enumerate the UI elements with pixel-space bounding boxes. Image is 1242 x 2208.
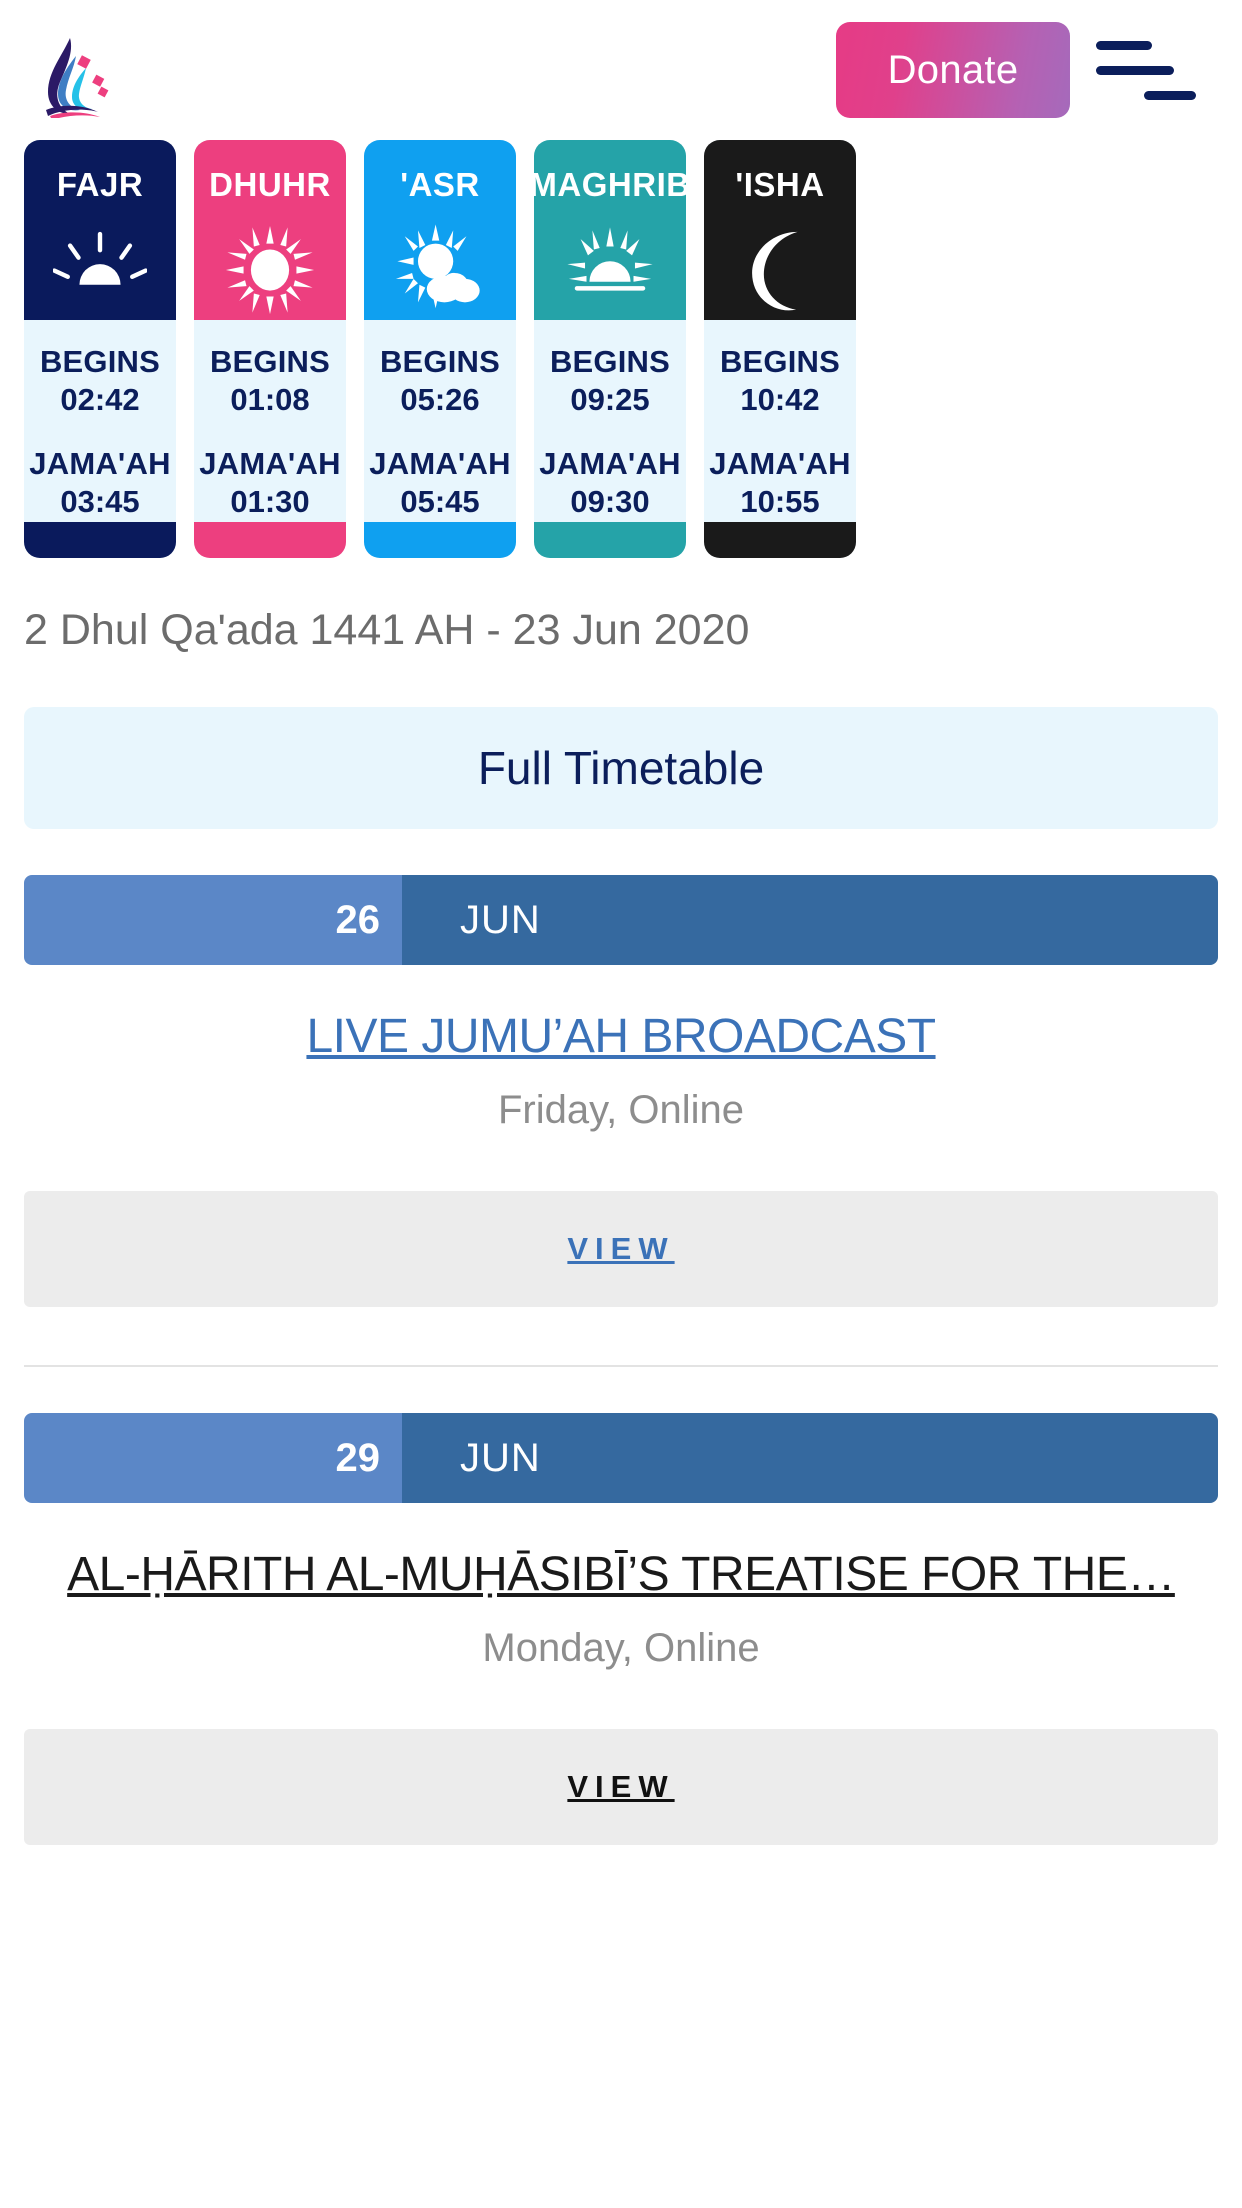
begins-time: 01:08 (230, 381, 310, 417)
prayer-name: FAJR (56, 166, 144, 203)
jamaah-time: 09:30 (570, 483, 650, 519)
begins-time: 02:42 (60, 381, 140, 417)
prayer-card-isha[interactable]: 'ISHA BEGINS 10:42 JAMA'AH 10:55 (704, 140, 856, 558)
prayer-name: DHUHR (209, 166, 331, 203)
event-title-link[interactable]: LIVE JUMU’AH BROADCAST (20, 1009, 1222, 1064)
event-view-button[interactable]: VIEW (24, 1191, 1218, 1307)
prayer-card-dhuhr[interactable]: DHUHR BEGINS 01:08 JAMA'AH 01:30 (194, 140, 346, 558)
event-day: 29 (24, 1413, 402, 1503)
event-title-link[interactable]: AL-ḤĀRITH AL-MUḤĀSIBĪ’S TREATISE FOR THE… (20, 1547, 1222, 1602)
prayer-card-maghrib[interactable]: MAGHRIB BEGINS 09:25 JAMA'AH 09:30 (534, 140, 686, 558)
jamaah-label: JAMA'AH (369, 445, 511, 481)
donate-button[interactable]: Donate (836, 22, 1070, 118)
event-subtitle: Friday, Online (497, 1088, 744, 1132)
prayer-card-footer (364, 521, 516, 558)
menu-bar-top (1096, 40, 1152, 50)
site-header: Donate (0, 0, 1242, 140)
begins-time: 05:26 (400, 381, 480, 417)
prayer-times-carousel[interactable]: FAJR BEGINS 02:42 JAMA'AH 03:45 DHUHR BE… (0, 140, 1242, 558)
view-label: VIEW (567, 1769, 675, 1804)
prayer-card-fajr[interactable]: FAJR BEGINS 02:42 JAMA'AH 03:45 (24, 140, 176, 558)
event-month: JUN (402, 875, 1218, 965)
prayer-card-body: BEGINS 10:42 JAMA'AH 10:55 (704, 320, 856, 522)
begins-label: BEGINS (549, 344, 671, 379)
event-view-button[interactable]: VIEW (24, 1729, 1218, 1845)
event-item: 26 JUN LIVE JUMU’AH BROADCAST Friday, On… (0, 875, 1242, 1307)
prayer-card-header: 'ASR (364, 140, 516, 320)
event-date-bar[interactable]: 26 JUN (24, 875, 1218, 965)
crescent-moon-icon (730, 220, 830, 320)
jamaah-time: 05:45 (400, 483, 480, 519)
prayer-name: MAGHRIB (534, 166, 686, 203)
hamburger-menu-icon[interactable] (1096, 22, 1208, 118)
jamaah-label: JAMA'AH (199, 445, 341, 481)
prayer-card-header: FAJR (24, 140, 176, 320)
menu-bar-middle (1096, 65, 1174, 75)
jamaah-time: 10:55 (740, 483, 820, 519)
prayer-card-footer (534, 521, 686, 558)
begins-time: 10:42 (740, 381, 820, 417)
begins-time: 09:25 (570, 381, 650, 417)
begins-label: BEGINS (719, 344, 841, 379)
prayer-card-header: DHUHR (194, 140, 346, 320)
sun-icon (220, 220, 320, 320)
event-divider (24, 1365, 1218, 1367)
prayer-card-footer (704, 521, 856, 558)
sunrise-icon (50, 220, 150, 320)
view-label: VIEW (567, 1231, 675, 1266)
mosque-flame-logo[interactable] (40, 22, 116, 120)
prayer-card-footer (194, 521, 346, 558)
begins-label: BEGINS (209, 344, 331, 379)
jamaah-label: JAMA'AH (29, 445, 171, 481)
prayer-card-asr[interactable]: 'ASR BEGINS 05:26 JAMA'AH 05:45 (364, 140, 516, 558)
sun-cloud-icon (390, 220, 490, 320)
sunset-icon (560, 220, 660, 320)
event-day: 26 (24, 875, 402, 965)
prayer-card-header: MAGHRIB (534, 140, 686, 320)
prayer-card-body: BEGINS 01:08 JAMA'AH 01:30 (194, 320, 346, 522)
begins-label: BEGINS (39, 344, 161, 379)
jamaah-label: JAMA'AH (709, 445, 851, 481)
jamaah-time: 03:45 (60, 483, 140, 519)
prayer-name: 'ASR (400, 166, 480, 203)
prayer-card-footer (24, 521, 176, 558)
begins-label: BEGINS (379, 344, 501, 379)
prayer-card-header: 'ISHA (704, 140, 856, 320)
prayer-card-body: BEGINS 09:25 JAMA'AH 09:30 (534, 320, 686, 522)
event-date-bar[interactable]: 29 JUN (24, 1413, 1218, 1503)
menu-bar-bottom (1144, 90, 1196, 100)
event-month: JUN (402, 1413, 1218, 1503)
jamaah-time: 01:30 (230, 483, 310, 519)
prayer-name: 'ISHA (735, 166, 825, 203)
prayer-card-body: BEGINS 02:42 JAMA'AH 03:45 (24, 320, 176, 522)
event-item: 29 JUN AL-ḤĀRITH AL-MUḤĀSIBĪ’S TREATISE … (0, 1413, 1242, 1845)
full-timetable-button[interactable]: Full Timetable (24, 707, 1218, 829)
prayer-card-body: BEGINS 05:26 JAMA'AH 05:45 (364, 320, 516, 522)
jamaah-label: JAMA'AH (539, 445, 681, 481)
event-subtitle: Monday, Online (482, 1626, 760, 1670)
islamic-date: 2 Dhul Qa'ada 1441 AH - 23 Jun 2020 (24, 606, 750, 654)
